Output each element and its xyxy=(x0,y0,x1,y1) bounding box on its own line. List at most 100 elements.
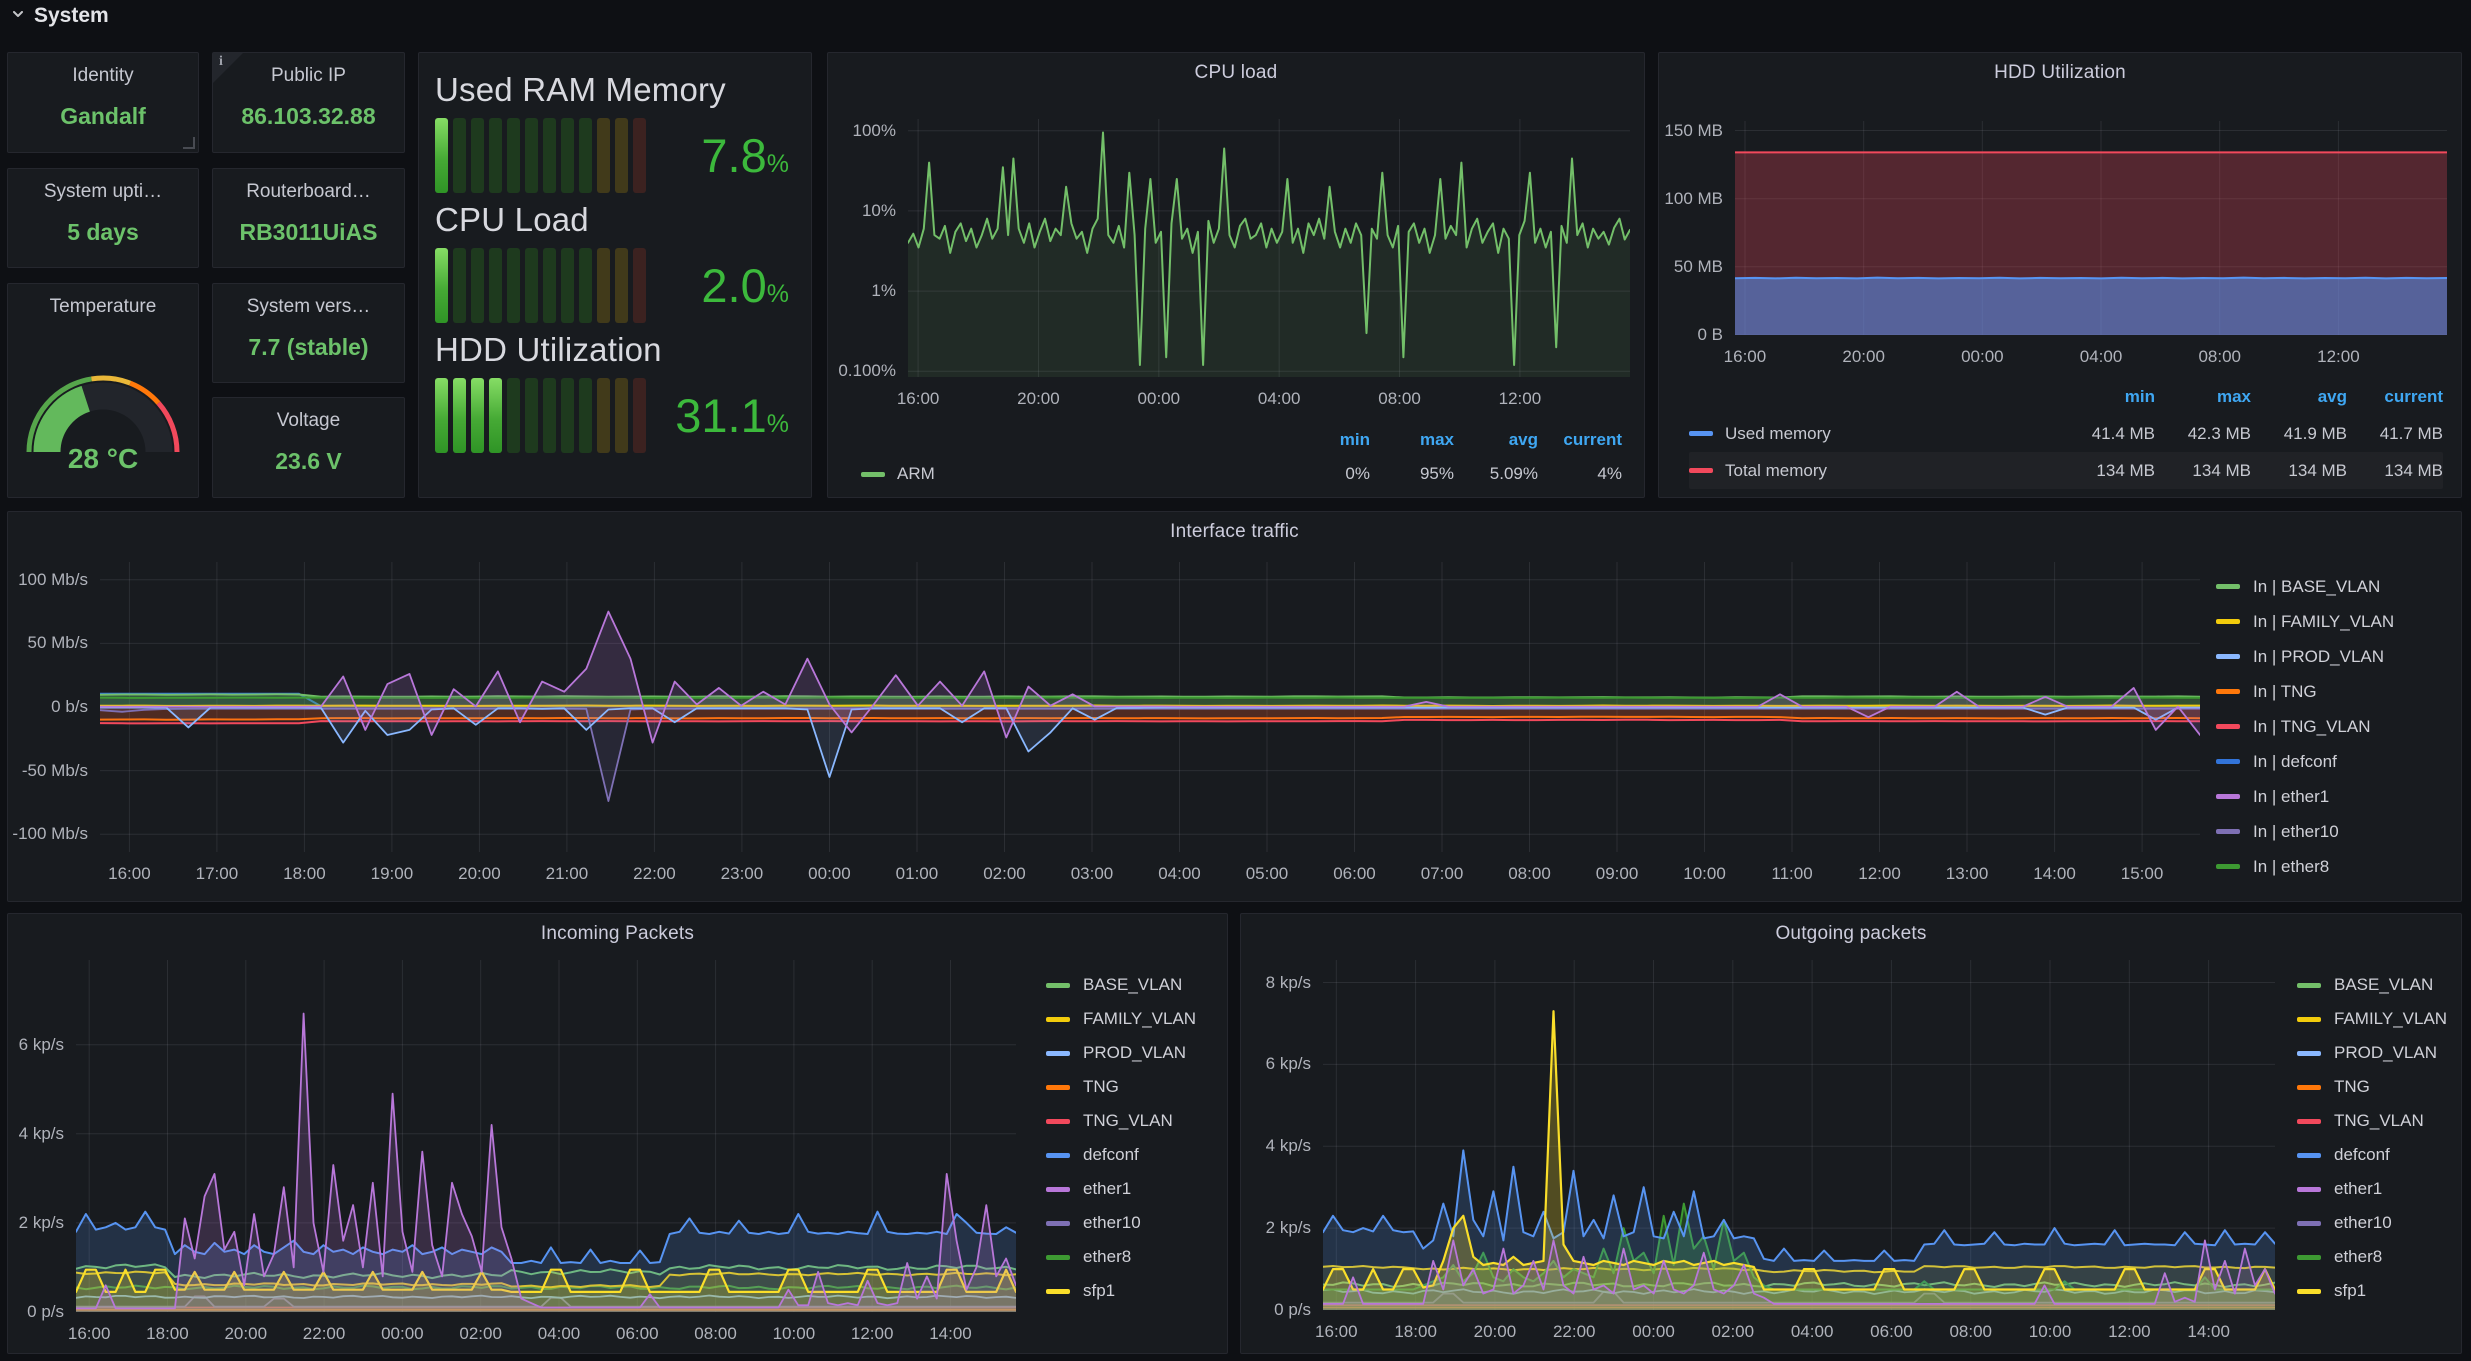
legend-item[interactable]: In | ether1 xyxy=(2216,779,2394,814)
panel-cpu-load: CPU load 100% 10% 1% 0.100% 16:00 20:00 00:00 0… xyxy=(827,52,1645,498)
x-tick-label: 16:00 xyxy=(1723,347,1767,366)
legend-swatch xyxy=(2297,1152,2321,1158)
legend-text: 134 MB xyxy=(2384,460,2443,480)
legend-item[interactable]: defconf xyxy=(2297,1138,2447,1172)
legend-text: 134 MB xyxy=(2288,460,2347,480)
y-tick-label: 2 kp/s xyxy=(18,1212,64,1232)
x-tick-label: 06:00 xyxy=(1870,1322,1913,1341)
legend-header-row: min max avg current xyxy=(1689,378,2443,415)
legend-item[interactable]: In | FAMILY_VLAN xyxy=(2216,604,2394,639)
y-tick-label: 0 p/s xyxy=(27,1302,64,1321)
legend-item[interactable]: PROD_VLAN xyxy=(1046,1036,1196,1070)
panel-resize-handle[interactable] xyxy=(183,137,195,149)
x-tick-label: 08:00 xyxy=(2198,347,2241,366)
cpu-load-chart: 100% 10% 1% 0.100% 16:00 20:00 00:00 04:00 08:00… xyxy=(828,53,1644,497)
legend-label: In | BASE_VLAN xyxy=(2253,576,2381,596)
x-tick-label: 02:00 xyxy=(983,864,1026,883)
legend-series-name[interactable]: Used memory xyxy=(1689,415,2059,452)
x-tick-label: 08:00 xyxy=(694,1324,737,1343)
row-header-system[interactable]: System xyxy=(10,4,109,28)
bar-gauge-value: 31.1% xyxy=(675,389,789,442)
stat-value: Gandalf xyxy=(60,103,146,129)
legend-swatch xyxy=(1046,1254,1070,1260)
legend-stat-value: 0% xyxy=(1286,457,1370,491)
legend-swatch xyxy=(2216,584,2240,589)
legend-item[interactable]: ether1 xyxy=(1046,1172,1196,1206)
legend-item[interactable]: ether8 xyxy=(2297,1240,2447,1274)
legend-item[interactable]: In | TNG xyxy=(2216,674,2394,709)
panel-title[interactable]: Public IP xyxy=(271,65,346,87)
bar-gauge-cell xyxy=(543,378,556,453)
legend-series-name[interactable]: ARM xyxy=(861,457,1286,491)
hdd-utilization-chart: 150 MB 100 MB 50 MB 0 B 16:00 20:00 00:00 04:00… xyxy=(1659,53,2461,497)
y-tick-label: 0 B xyxy=(1697,325,1723,344)
legend-stat-header: current xyxy=(1538,423,1622,457)
legend-series-name xyxy=(1689,378,2059,415)
y-tick-label: 6 kp/s xyxy=(18,1034,64,1054)
hdd_utilization-svg xyxy=(1735,121,2447,335)
x-tick-label: 06:00 xyxy=(1333,864,1376,883)
legend-item[interactable]: TNG xyxy=(1046,1070,1196,1104)
legend-item[interactable]: FAMILY_VLAN xyxy=(1046,1002,1196,1036)
legend-text: 41.4 MB xyxy=(2091,423,2155,443)
legend-item[interactable]: BASE_VLAN xyxy=(1046,968,1196,1002)
legend-text: Total memory xyxy=(1725,460,1828,480)
legend-item[interactable]: BASE_VLAN xyxy=(2297,968,2447,1002)
info-corner-icon[interactable]: i xyxy=(213,53,243,83)
legend-item[interactable]: ether10 xyxy=(1046,1206,1196,1240)
chevron-down-icon[interactable] xyxy=(10,4,26,28)
legend-header-row: min max avg current xyxy=(861,423,1622,457)
legend-item[interactable]: In | ether10 xyxy=(2216,814,2394,849)
legend-item[interactable]: PROD_VLAN xyxy=(2297,1036,2447,1070)
legend: BASE_VLAN FAMILY_VLAN PROD_VLAN TNG TNG_VLAN… xyxy=(2297,968,2447,1308)
panel-title[interactable]: Voltage xyxy=(277,410,340,432)
legend-swatch xyxy=(2216,689,2240,694)
panel-outgoing-packets: Outgoing packets 8 kp/s 6 kp/s 4 kp/s 2 kp/… xyxy=(1240,913,2462,1354)
legend-item[interactable]: sfp1 xyxy=(1046,1274,1196,1308)
panel-title[interactable]: Temperature xyxy=(50,296,157,318)
legend-item[interactable]: defconf xyxy=(1046,1138,1196,1172)
panel-title[interactable]: System vers… xyxy=(247,296,371,318)
x-tick-label: 12:00 xyxy=(1498,389,1542,408)
x-tick-label: 18:00 xyxy=(1394,1322,1437,1341)
x-tick-label: 18:00 xyxy=(283,864,326,883)
legend-item[interactable]: In | TNG_VLAN xyxy=(2216,709,2394,744)
panel-temperature: Temperature 28 °C xyxy=(7,283,199,498)
bar-gauge-cell xyxy=(525,248,538,323)
x-tick-label: 04:00 xyxy=(1158,864,1201,883)
legend-item[interactable]: TNG_VLAN xyxy=(2297,1104,2447,1138)
bar-gauge-cell xyxy=(615,118,628,193)
legend-item[interactable]: In | PROD_VLAN xyxy=(2216,639,2394,674)
legend-item[interactable]: FAMILY_VLAN xyxy=(2297,1002,2447,1036)
y-tick-label: 100 Mb/s xyxy=(18,569,88,589)
bar-gauge-cell xyxy=(561,118,574,193)
outgoing-packets-chart: 8 kp/s 6 kp/s 4 kp/s 2 kp/s 0 p/s 16:00 18:00 2… xyxy=(1241,914,2461,1353)
legend-item[interactable]: ether10 xyxy=(2297,1206,2447,1240)
bar-gauge-cell xyxy=(579,248,592,323)
legend-stat-header: min xyxy=(2059,378,2155,415)
panel-title[interactable]: Routerboard… xyxy=(246,181,371,203)
legend-swatch xyxy=(1046,1152,1070,1158)
panel-title[interactable]: System upti… xyxy=(44,181,162,203)
legend-item[interactable]: In | BASE_VLAN xyxy=(2216,569,2394,604)
stat-value: 23.6 V xyxy=(275,448,342,474)
legend-item[interactable]: In | defconf xyxy=(2216,744,2394,779)
bar-gauge-cell xyxy=(435,248,448,323)
bar-gauge-cell xyxy=(597,248,610,323)
legend-text: 41.7 MB xyxy=(2379,423,2443,443)
legend-item[interactable]: In | ether8 xyxy=(2216,849,2394,884)
legend-item[interactable]: ether8 xyxy=(1046,1240,1196,1274)
y-tick-label: 100 MB xyxy=(1664,188,1723,208)
legend-series-name[interactable]: Total memory xyxy=(1689,452,2059,489)
legend-swatch xyxy=(2297,1016,2321,1022)
bar-gauge-cell xyxy=(525,378,538,453)
legend-item[interactable]: ether1 xyxy=(2297,1172,2447,1206)
stat-value: 86.103.32.88 xyxy=(241,103,376,129)
bar-gauge-cell xyxy=(633,248,646,323)
legend-item[interactable]: TNG_VLAN xyxy=(1046,1104,1196,1138)
legend-swatch xyxy=(2216,829,2240,834)
legend-item[interactable]: TNG xyxy=(2297,1070,2447,1104)
legend-swatch xyxy=(2297,1118,2321,1124)
legend-item[interactable]: sfp1 xyxy=(2297,1274,2447,1308)
panel-title[interactable]: Identity xyxy=(72,65,133,87)
